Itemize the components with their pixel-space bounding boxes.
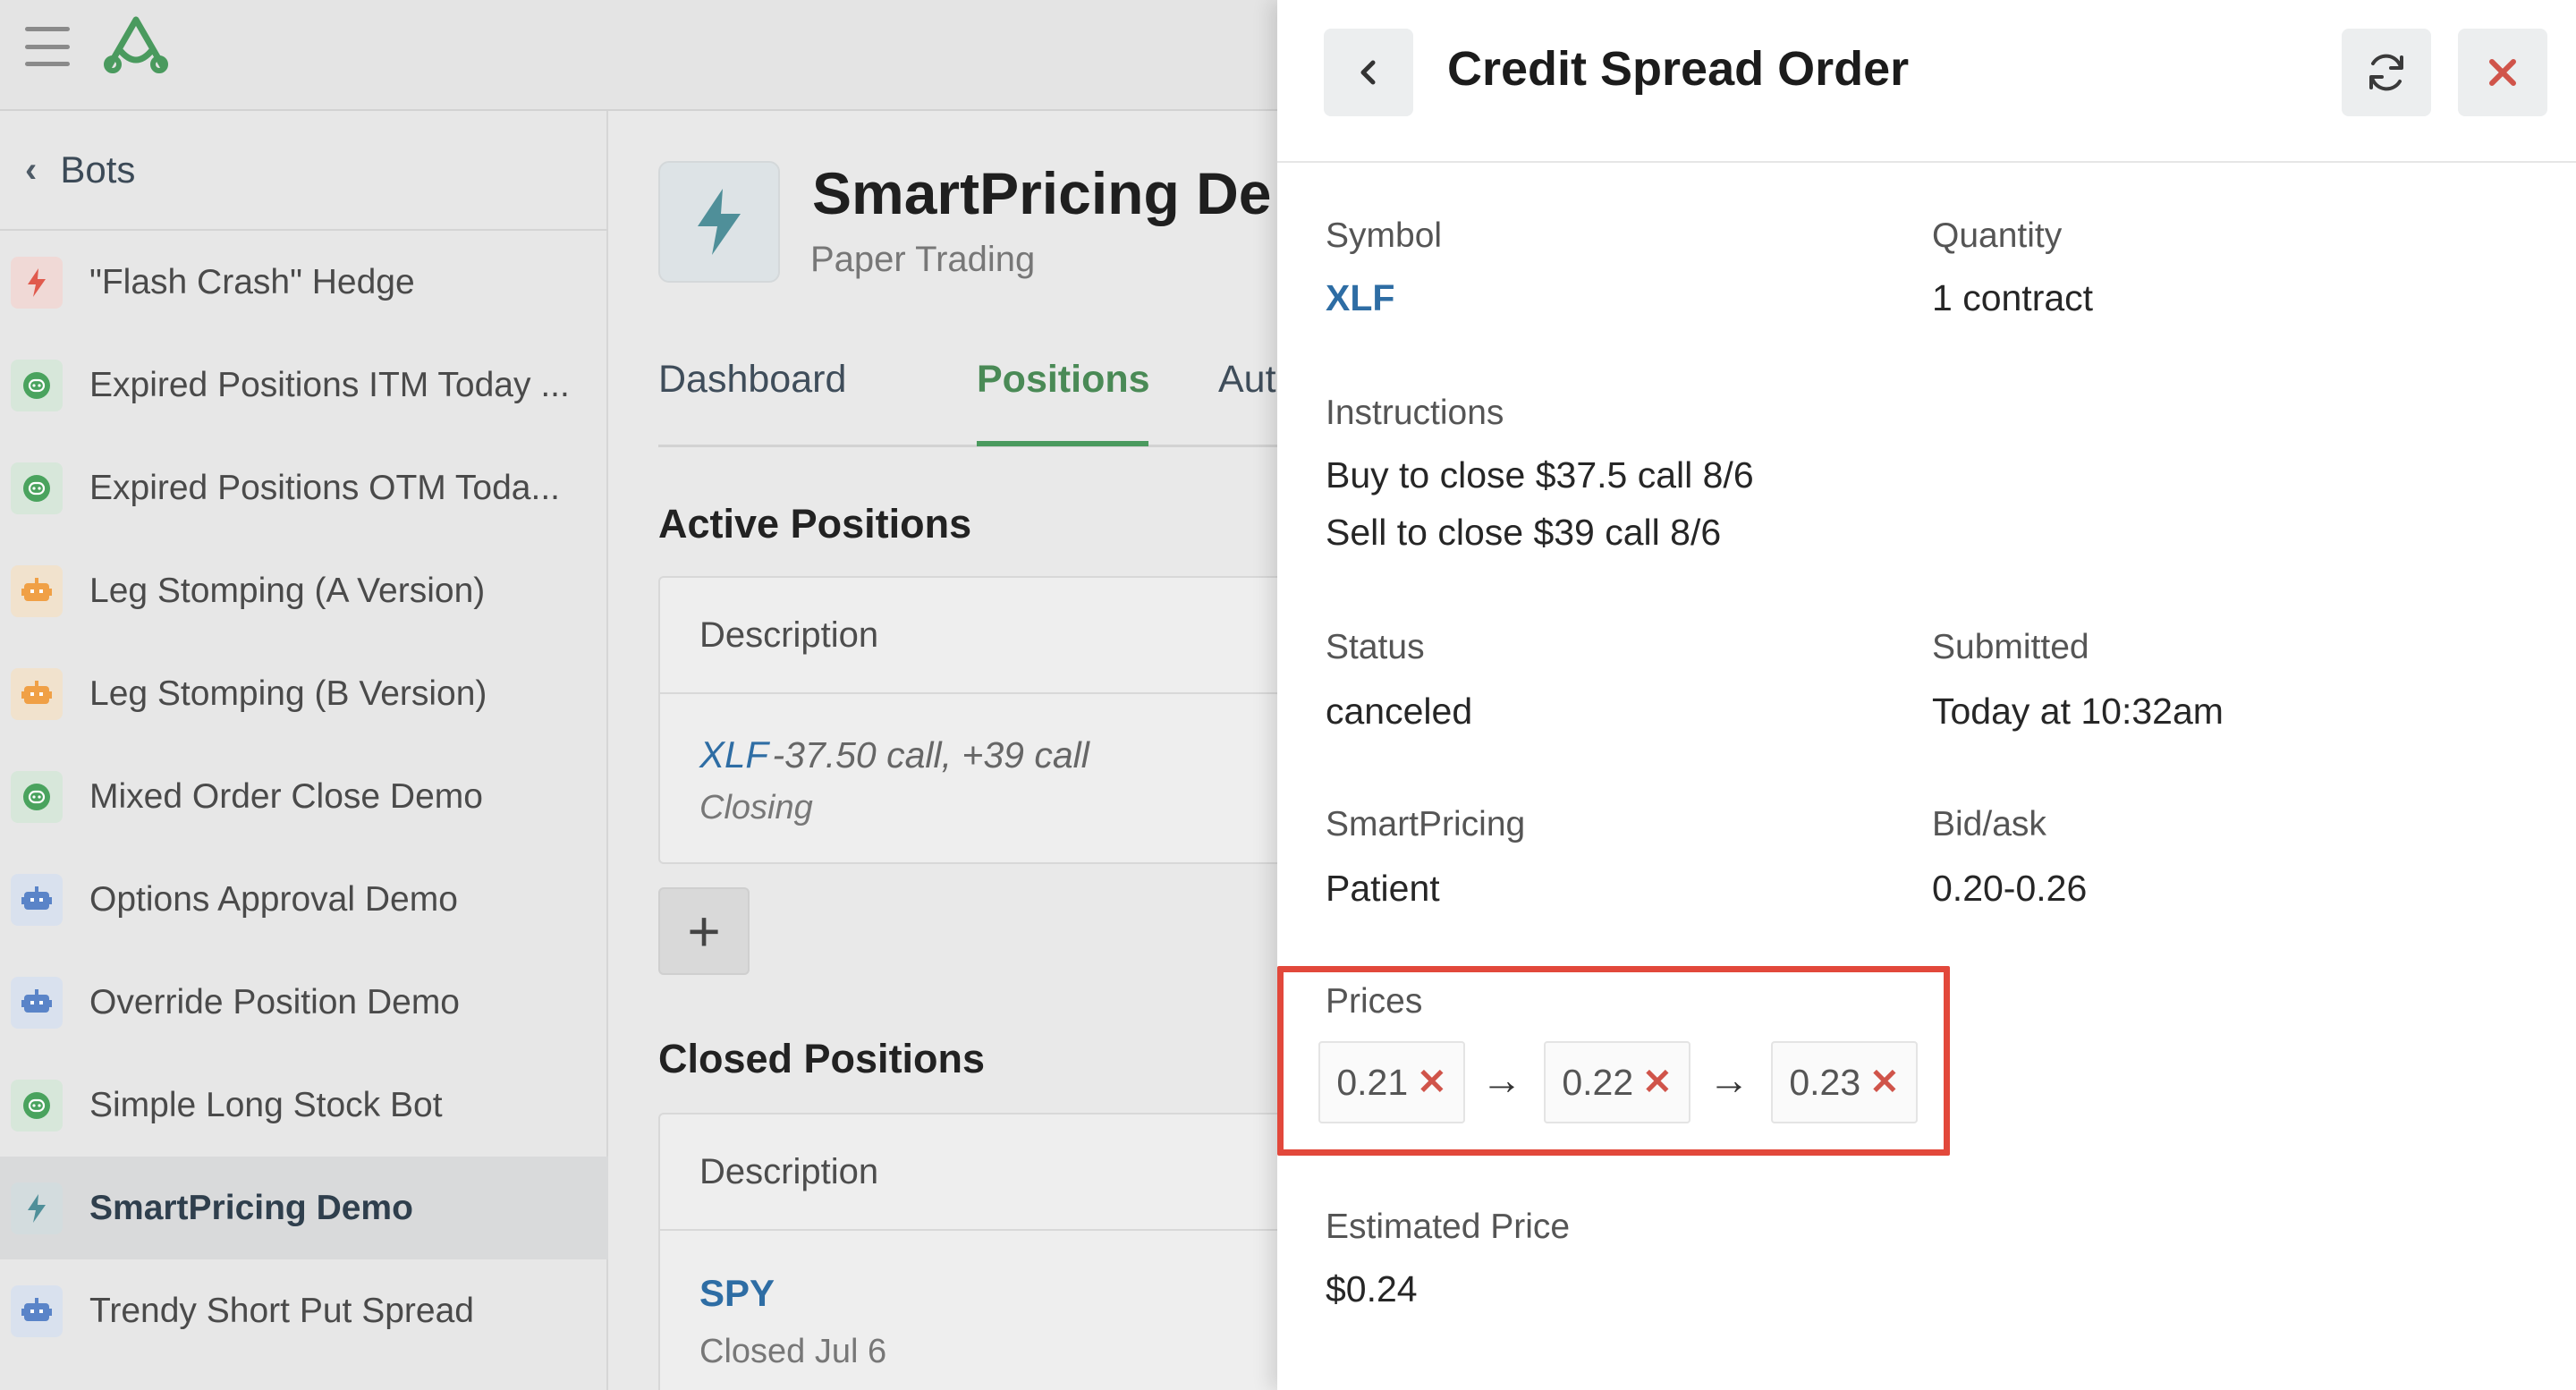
position-symbol-link[interactable]: SPY: [699, 1272, 1277, 1315]
active-tab-indicator: [977, 441, 1148, 446]
bot-title: SmartPricing De: [812, 160, 1272, 226]
robot-head-icon: [11, 1284, 63, 1337]
sidebar-item-bot[interactable]: Leg Stomping (B Version): [0, 642, 608, 745]
instructions-label: Instructions: [1326, 394, 1504, 432]
sidebar-item-bot[interactable]: Expired Positions ITM Today ...: [0, 334, 608, 436]
sidebar-item-bot[interactable]: Options Approval Demo: [0, 848, 608, 951]
robot-face-icon: [11, 1079, 63, 1131]
bot-list: "Flash Crash" Hedge Expired Positions ITM…: [0, 231, 608, 1362]
sidebar-item-bot[interactable]: Expired Positions OTM Toda...: [0, 436, 608, 539]
symbol-label: Symbol: [1326, 216, 1443, 255]
bot-subtitle: Paper Trading: [810, 240, 1036, 279]
robot-face-icon: [11, 462, 63, 514]
menu-icon[interactable]: [25, 27, 70, 66]
chevron-left-icon: ‹: [25, 149, 38, 190]
smartpricing-label: SmartPricing: [1326, 805, 1526, 843]
table-row[interactable]: XLF -37.50 call, +39 call Closing: [660, 694, 1277, 827]
robot-face-icon: [11, 359, 63, 411]
status-label: Status: [1326, 628, 1425, 666]
instruction-line: Buy to close $37.5 call 8/6: [1326, 454, 1754, 496]
quantity-label: Quantity: [1932, 216, 2063, 255]
back-button[interactable]: [1324, 29, 1413, 116]
bots-sidebar: ‹ Bots "Flash Crash" Hedge Expired Positi…: [0, 111, 608, 1390]
quantity-value: 1 contract: [1932, 277, 2094, 318]
closed-positions-table: Description SPY Closed Jul 6: [658, 1113, 1277, 1390]
table-row[interactable]: SPY Closed Jul 6: [660, 1231, 1277, 1371]
position-symbol-link[interactable]: XLF: [699, 733, 768, 776]
sidebar-item-bot[interactable]: Leg Stomping (A Version): [0, 539, 608, 642]
instruction-line: Sell to close $39 call 8/6: [1326, 512, 1722, 553]
active-positions-title: Active Positions: [658, 501, 972, 547]
sidebar-item-label: Mixed Order Close Demo: [89, 776, 483, 816]
sidebar-item-label: Expired Positions ITM Today ...: [89, 365, 570, 404]
estimated-price-value: $0.24: [1326, 1268, 1418, 1309]
position-status: Closing: [699, 789, 813, 826]
sidebar-item-bot[interactable]: Mixed Order Close Demo: [0, 745, 608, 848]
sidebar-item-label: SmartPricing Demo: [89, 1188, 413, 1227]
sidebar-item-bot[interactable]: Override Position Demo: [0, 951, 608, 1054]
sidebar-item-label: Override Position Demo: [89, 982, 460, 1021]
sidebar-item-label: "Flash Crash" Hedge: [89, 262, 415, 301]
top-bar: [0, 0, 1277, 111]
add-position-button[interactable]: +: [658, 887, 750, 975]
sidebar-item-label: Leg Stomping (A Version): [89, 571, 486, 610]
robot-head-icon: [11, 873, 63, 926]
bidask-value: 0.20-0.26: [1932, 868, 2088, 909]
estimated-price-label: Estimated Price: [1326, 1208, 1571, 1246]
submitted-value: Today at 10:32am: [1932, 691, 2224, 732]
refresh-button[interactable]: [2342, 29, 2431, 116]
symbol-link[interactable]: XLF: [1326, 277, 1394, 319]
panel-header: Credit Spread Order: [1277, 0, 2576, 163]
app-logo-icon[interactable]: [100, 14, 172, 77]
closed-positions-title: Closed Positions: [658, 1036, 986, 1081]
submitted-label: Submitted: [1932, 628, 2089, 666]
close-icon: [2489, 59, 2516, 86]
sidebar-item-label: Expired Positions OTM Toda...: [89, 468, 561, 507]
robot-face-icon: [11, 770, 63, 823]
sidebar-item-label: Simple Long Stock Bot: [89, 1085, 443, 1124]
lightning-icon: [658, 161, 780, 283]
lightning-icon: [11, 256, 63, 309]
lightning-icon: [11, 1182, 63, 1234]
bots-back-link[interactable]: ‹ Bots: [0, 111, 608, 231]
robot-head-icon: [11, 976, 63, 1029]
sidebar-item-bot[interactable]: SmartPricing Demo: [0, 1157, 608, 1259]
sidebar-item-bot[interactable]: "Flash Crash" Hedge: [0, 231, 608, 334]
sidebar-item-label: Leg Stomping (B Version): [89, 674, 487, 713]
robot-head-icon: [11, 667, 63, 720]
sidebar-item-label: Trendy Short Put Spread: [89, 1291, 474, 1330]
bot-detail: SmartPricing De Paper Trading Dashboard …: [610, 111, 1277, 1390]
chevron-left-icon: [1360, 60, 1376, 85]
tab-positions[interactable]: Positions: [977, 358, 1150, 402]
column-header-description: Description: [660, 1115, 1277, 1231]
refresh-icon: [2369, 54, 2403, 91]
status-value: canceled: [1326, 691, 1473, 732]
tab-dashboard[interactable]: Dashboard: [658, 358, 846, 402]
bidask-label: Bid/ask: [1932, 805, 2046, 843]
smartpricing-value: Patient: [1326, 868, 1440, 909]
bots-back-label: Bots: [60, 148, 136, 191]
sidebar-item-label: Options Approval Demo: [89, 879, 458, 919]
bot-tabs: Dashboard Positions Auton: [658, 349, 1277, 447]
sidebar-item-bot[interactable]: Simple Long Stock Bot: [0, 1054, 608, 1157]
position-status: Closed Jul 6: [699, 1333, 887, 1370]
tab-automation[interactable]: Auton: [1218, 358, 1277, 402]
prices-highlight-box: [1277, 966, 1950, 1156]
active-positions-table: Description XLF -37.50 call, +39 call Cl…: [658, 576, 1277, 864]
column-header-description: Description: [660, 578, 1277, 694]
robot-head-icon: [11, 564, 63, 617]
close-button[interactable]: [2458, 29, 2547, 116]
position-description: -37.50 call, +39 call: [772, 734, 1089, 776]
panel-title: Credit Spread Order: [1447, 42, 1910, 96]
sidebar-item-bot[interactable]: Trendy Short Put Spread: [0, 1259, 608, 1362]
